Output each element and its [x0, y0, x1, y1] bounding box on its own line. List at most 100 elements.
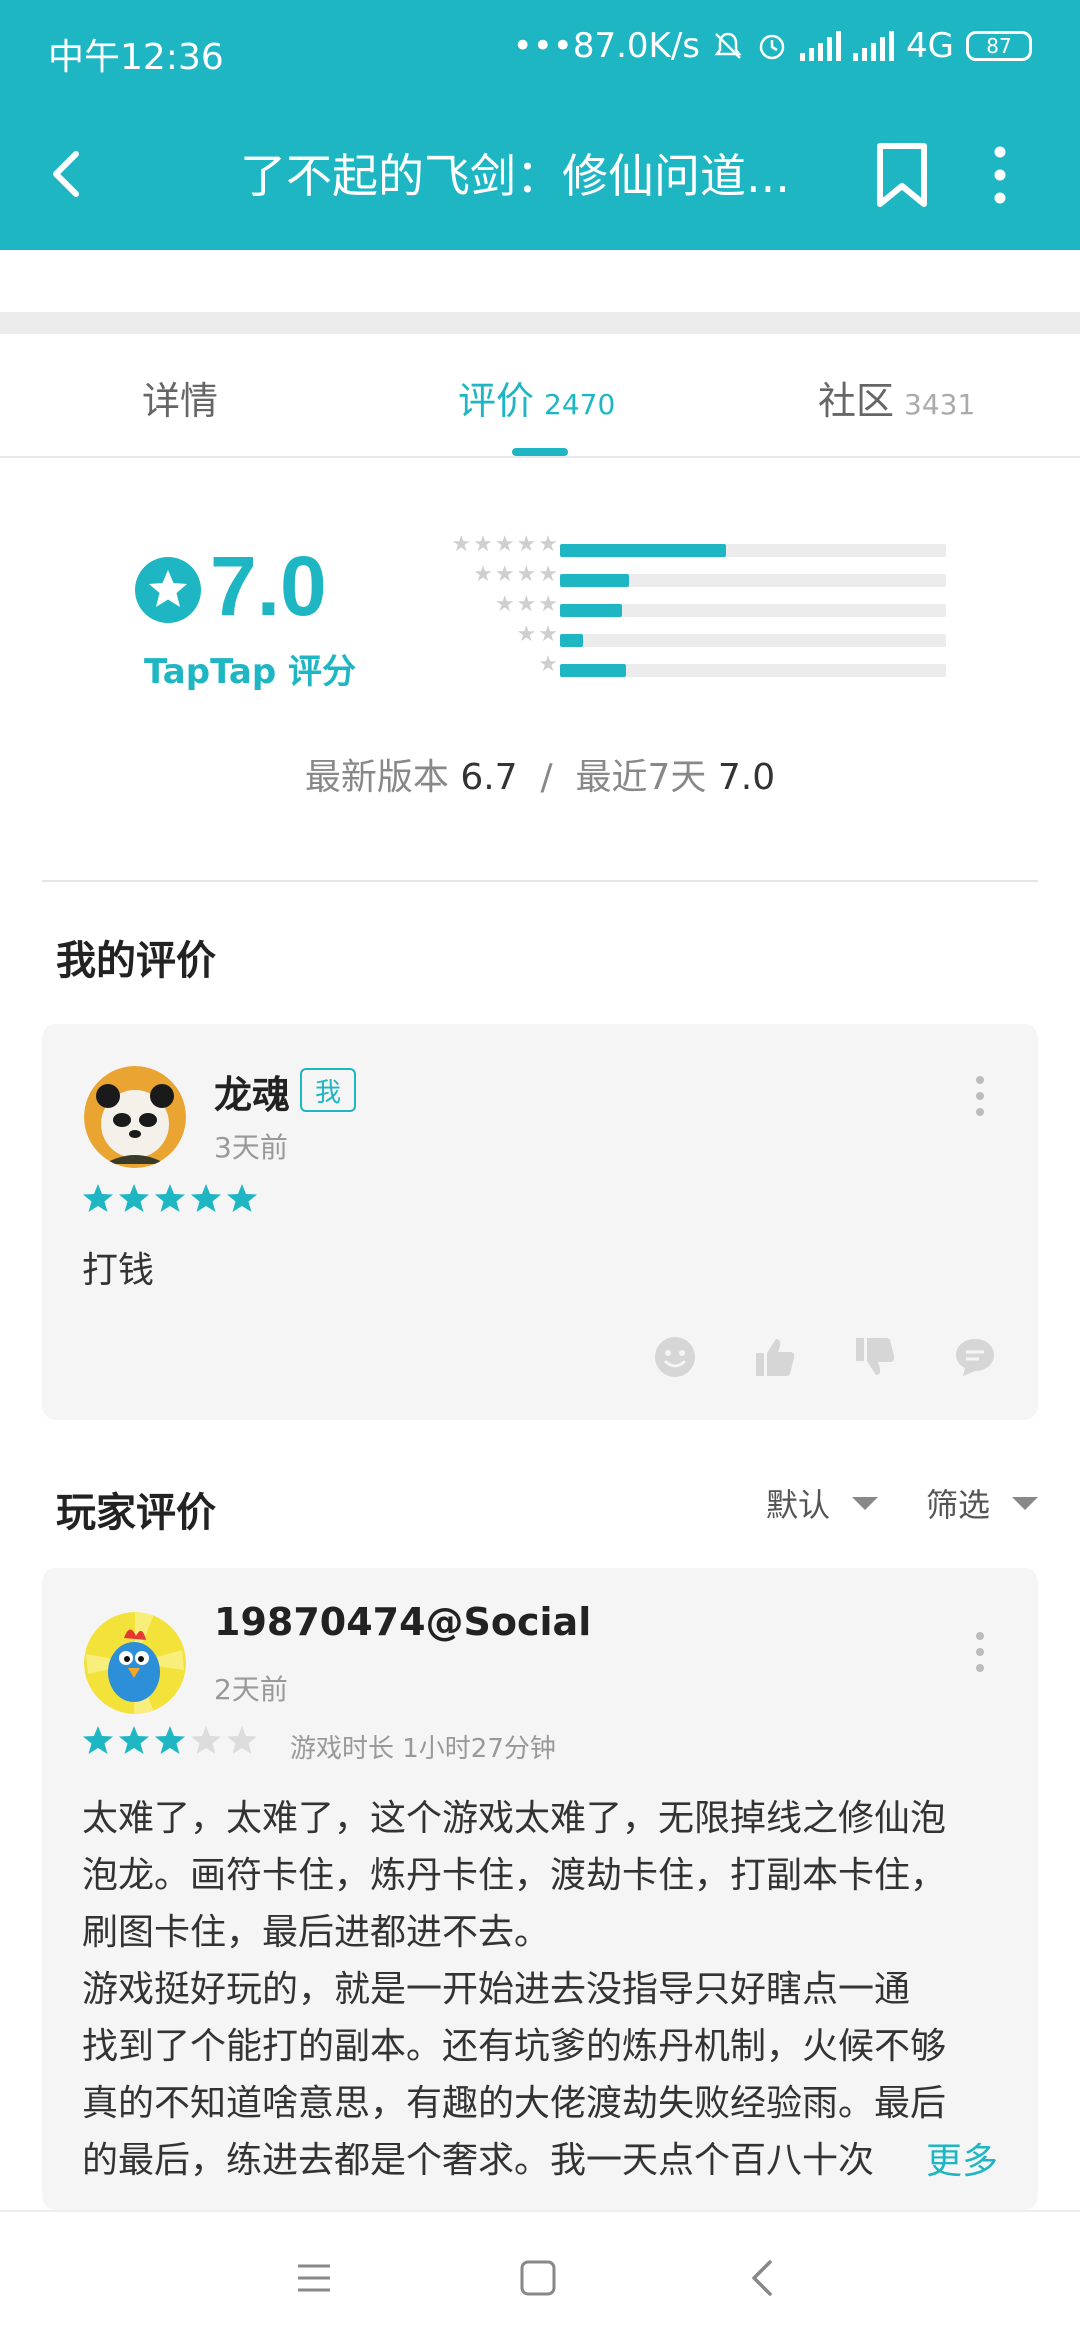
status-time: 中午12:36 [48, 37, 224, 78]
rating-bar-track [560, 664, 946, 677]
avatar[interactable] [84, 1066, 186, 1168]
rating-bar-3: ★★★ [420, 592, 960, 620]
review-line: 游戏挺好玩的，就是一开始进去没指导只好瞎点一通 [82, 1969, 911, 2010]
star-icon [118, 1724, 150, 1760]
rating-score-block: 7.0 TapTap 评分 [134, 539, 356, 698]
rating-bar-fill [560, 604, 622, 617]
review-stars [82, 1182, 258, 1218]
star-icon [190, 1182, 222, 1218]
chevron-down-icon [852, 1496, 879, 1510]
rating-bar-fill [560, 544, 726, 557]
review-actions [654, 1336, 996, 1378]
alarm-icon [759, 34, 785, 60]
review-line: 太难了，太难了，这个游戏太难了，无限掉线之修仙泡 [82, 1798, 947, 1839]
review-stars [82, 1724, 258, 1760]
menu-icon[interactable] [292, 2256, 336, 2300]
rating-bar-track [560, 634, 946, 647]
player-review-card: 19870474@Social 2天前 游戏时长 1小时27分钟 太难了，太难了… [42, 1568, 1038, 2210]
review-time: 2天前 [214, 1673, 288, 1706]
rating-bar-stars: ★★★ [494, 592, 560, 617]
star-icon [82, 1182, 114, 1218]
comment-icon[interactable] [954, 1336, 996, 1378]
filter-label: 筛选 [926, 1486, 991, 1524]
divider-line [42, 880, 1038, 882]
thumbs-up-icon[interactable] [754, 1336, 796, 1378]
latest-version-score: 6.7 [460, 757, 518, 798]
rating-bar-stars: ★★ [516, 622, 560, 647]
my-review-card: 龙魂 我 3天前 打钱 [42, 1024, 1038, 1420]
star-icon [118, 1182, 150, 1218]
rating-bar-stars: ★★★★★ [451, 532, 560, 557]
star-icon [226, 1182, 258, 1218]
rating-bar-track [560, 604, 946, 617]
sort-dropdown[interactable]: 默认 [766, 1480, 879, 1526]
home-square-icon[interactable] [516, 2256, 560, 2300]
rating-bar-4: ★★★★ [420, 562, 960, 590]
review-text: 打钱 [82, 1250, 155, 1291]
signal-icon [800, 31, 842, 61]
back-chevron-icon[interactable] [742, 2256, 786, 2300]
rating-bar-fill [560, 664, 626, 677]
tab-details-label: 详情 [142, 379, 219, 423]
page-title: 了不起的飞剑：修仙问道... [240, 149, 790, 203]
active-tab-indicator [512, 448, 568, 456]
star-icon [154, 1182, 186, 1218]
rating-distribution: ★★★★★ ★★★★ ★★★ ★★ ★ [420, 532, 960, 688]
score-separator: / [540, 757, 553, 798]
network-speed: •••87.0K/s [512, 26, 701, 66]
username[interactable]: 龙魂 [214, 1064, 290, 1119]
smiley-icon[interactable] [654, 1336, 696, 1378]
star-circle-icon [135, 557, 201, 623]
battery-icon: 87 [966, 31, 1032, 61]
status-right: •••87.0K/s 4G 87 [513, 26, 1032, 66]
star-icon [190, 1724, 222, 1760]
tab-details[interactable]: 详情 [142, 370, 218, 425]
avatar[interactable] [84, 1612, 186, 1714]
rating-bar-stars: ★★★★ [473, 562, 560, 587]
rating-bar-fill [560, 634, 584, 647]
review-more-icon[interactable] [970, 1630, 990, 1674]
tab-community-label: 社区 [818, 379, 895, 423]
rating-bar-stars: ★ [538, 652, 560, 677]
star-icon [82, 1724, 114, 1760]
rating-bar-fill [560, 574, 630, 587]
tab-community[interactable]: 社区 3431 [818, 370, 975, 425]
review-line: 找到了个能打的副本。还有坑爹的炼丹机制，火候不够 [82, 2026, 947, 2067]
recent-7-days-label: 最近7天 [575, 757, 707, 798]
mute-bell-icon [714, 32, 742, 59]
review-more-icon[interactable] [970, 1074, 990, 1118]
read-more-link[interactable]: 更多 [885, 2132, 998, 2184]
rating-bar-track [560, 544, 946, 557]
me-badge: 我 [300, 1068, 356, 1112]
taptap-logo: TapTap [144, 652, 277, 692]
review-line: 泡龙。画符卡住，炼丹卡住，渡劫卡住，打副本卡住， [82, 1855, 947, 1896]
recent-scores: 最新版本 6.7 / 最近7天 7.0 [0, 748, 1080, 800]
section-divider [0, 312, 1080, 334]
tab-community-count: 3431 [904, 388, 976, 421]
latest-version-label: 最新版本 [304, 757, 449, 798]
sort-label: 默认 [766, 1486, 831, 1524]
status-bar: 中午12:36 •••87.0K/s 4G 87 [0, 0, 1080, 100]
review-text: 太难了，太难了，这个游戏太难了，无限掉线之修仙泡 泡龙。画符卡住，炼丹卡住，渡劫… [82, 1790, 1002, 2189]
star-icon [226, 1724, 258, 1760]
tab-reviews[interactable]: 评价 2470 [458, 370, 615, 425]
back-arrow-icon[interactable] [36, 142, 100, 206]
navigation-bar [0, 2210, 1080, 2340]
username[interactable]: 19870474@Social [214, 1600, 591, 1644]
rating-bar-5: ★★★★★ [420, 532, 960, 560]
signal-icon-2 [853, 31, 895, 61]
network-type: 4G [906, 26, 954, 66]
tab-reviews-count: 2470 [544, 388, 616, 421]
thumbs-down-icon[interactable] [854, 1336, 896, 1378]
chevron-down-icon [1012, 1496, 1039, 1510]
filter-dropdown[interactable]: 筛选 [926, 1480, 1039, 1526]
rating-score: 7.0 [210, 539, 327, 633]
review-line: 刷图卡住，最后进都进不去。 [82, 1912, 551, 1953]
more-vertical-icon[interactable] [980, 142, 1020, 208]
tab-bar: 详情 评价 2470 社区 3431 [0, 334, 1080, 458]
review-line: 的最后，练进去都是个奢求。我一天点个百八十次 [82, 2140, 875, 2181]
rating-bar-track [560, 574, 946, 587]
review-line: 真的不知道啥意思，有趣的大佬渡劫失败经验雨。最后 [82, 2083, 947, 2124]
bookmark-icon[interactable] [872, 140, 932, 210]
taptap-rating-label: TapTap 评分 [144, 644, 356, 693]
